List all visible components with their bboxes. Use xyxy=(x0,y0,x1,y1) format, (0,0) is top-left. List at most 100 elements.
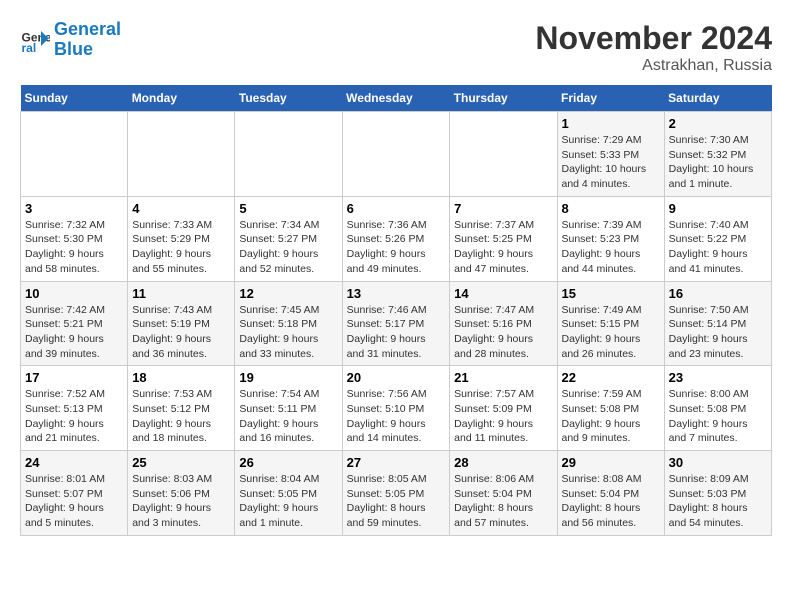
day-detail: Sunrise: 7:52 AMSunset: 5:13 PMDaylight:… xyxy=(25,387,123,446)
day-number: 6 xyxy=(347,201,446,216)
day-detail: Sunrise: 7:36 AMSunset: 5:26 PMDaylight:… xyxy=(347,218,446,277)
day-detail: Sunrise: 7:53 AMSunset: 5:12 PMDaylight:… xyxy=(132,387,230,446)
day-number: 16 xyxy=(669,286,767,301)
day-detail: Sunrise: 8:04 AMSunset: 5:05 PMDaylight:… xyxy=(239,472,337,531)
day-cell: 17 Sunrise: 7:52 AMSunset: 5:13 PMDayligh… xyxy=(21,366,128,451)
header-cell-wednesday: Wednesday xyxy=(342,85,450,112)
logo-icon: Gene ral xyxy=(20,25,50,55)
day-detail: Sunrise: 7:40 AMSunset: 5:22 PMDaylight:… xyxy=(669,218,767,277)
day-cell: 26 Sunrise: 8:04 AMSunset: 5:05 PMDayligh… xyxy=(235,451,342,536)
day-detail: Sunrise: 7:49 AMSunset: 5:15 PMDaylight:… xyxy=(562,303,660,362)
day-cell: 6 Sunrise: 7:36 AMSunset: 5:26 PMDaylight… xyxy=(342,196,450,281)
week-row-2: 3Sunrise: 7:32 AMSunset: 5:30 PMDaylight… xyxy=(21,196,772,281)
day-detail: Sunrise: 7:37 AMSunset: 5:25 PMDaylight:… xyxy=(454,218,552,277)
day-detail: Sunrise: 7:33 AMSunset: 5:29 PMDaylight:… xyxy=(132,218,230,277)
day-cell xyxy=(21,112,128,197)
header-cell-monday: Monday xyxy=(128,85,235,112)
day-cell: 28 Sunrise: 8:06 AMSunset: 5:04 PMDayligh… xyxy=(450,451,557,536)
day-detail: Sunrise: 7:47 AMSunset: 5:16 PMDaylight:… xyxy=(454,303,552,362)
day-number: 17 xyxy=(25,370,123,385)
day-cell: 3Sunrise: 7:32 AMSunset: 5:30 PMDaylight… xyxy=(21,196,128,281)
day-number: 13 xyxy=(347,286,446,301)
day-cell: 4 Sunrise: 7:33 AMSunset: 5:29 PMDaylight… xyxy=(128,196,235,281)
day-cell: 24 Sunrise: 8:01 AMSunset: 5:07 PMDayligh… xyxy=(21,451,128,536)
day-number: 10 xyxy=(25,286,123,301)
day-number: 29 xyxy=(562,455,660,470)
day-cell: 21 Sunrise: 7:57 AMSunset: 5:09 PMDayligh… xyxy=(450,366,557,451)
day-cell: 29Sunrise: 8:08 AMSunset: 5:04 PMDayligh… xyxy=(557,451,664,536)
day-number: 27 xyxy=(347,455,446,470)
day-cell: 27 Sunrise: 8:05 AMSunset: 5:05 PMDayligh… xyxy=(342,451,450,536)
svg-text:ral: ral xyxy=(22,41,37,55)
day-detail: Sunrise: 7:57 AMSunset: 5:09 PMDaylight:… xyxy=(454,387,552,446)
day-detail: Sunrise: 8:01 AMSunset: 5:07 PMDaylight:… xyxy=(25,472,123,531)
header-cell-sunday: Sunday xyxy=(21,85,128,112)
day-number: 21 xyxy=(454,370,552,385)
day-cell: 19Sunrise: 7:54 AMSunset: 5:11 PMDayligh… xyxy=(235,366,342,451)
week-row-4: 17 Sunrise: 7:52 AMSunset: 5:13 PMDayligh… xyxy=(21,366,772,451)
day-cell: 30Sunrise: 8:09 AMSunset: 5:03 PMDayligh… xyxy=(664,451,771,536)
week-row-5: 24 Sunrise: 8:01 AMSunset: 5:07 PMDayligh… xyxy=(21,451,772,536)
day-detail: Sunrise: 8:03 AMSunset: 5:06 PMDaylight:… xyxy=(132,472,230,531)
day-cell: 16 Sunrise: 7:50 AMSunset: 5:14 PMDayligh… xyxy=(664,281,771,366)
day-cell: 10 Sunrise: 7:42 AMSunset: 5:21 PMDayligh… xyxy=(21,281,128,366)
day-cell: 9 Sunrise: 7:40 AMSunset: 5:22 PMDaylight… xyxy=(664,196,771,281)
month-title: November 2024 xyxy=(535,20,772,57)
day-detail: Sunrise: 7:50 AMSunset: 5:14 PMDaylight:… xyxy=(669,303,767,362)
day-detail: Sunrise: 7:29 AMSunset: 5:33 PMDaylight:… xyxy=(562,133,660,192)
day-number: 23 xyxy=(669,370,767,385)
location-title: Astrakhan, Russia xyxy=(535,57,772,75)
day-number: 15 xyxy=(562,286,660,301)
day-detail: Sunrise: 7:42 AMSunset: 5:21 PMDaylight:… xyxy=(25,303,123,362)
day-number: 1 xyxy=(562,116,660,131)
header: Gene ral GeneralBlue November 2024 Astra… xyxy=(20,20,772,75)
day-number: 28 xyxy=(454,455,552,470)
day-number: 22 xyxy=(562,370,660,385)
day-cell: 18Sunrise: 7:53 AMSunset: 5:12 PMDayligh… xyxy=(128,366,235,451)
day-detail: Sunrise: 7:39 AMSunset: 5:23 PMDaylight:… xyxy=(562,218,660,277)
day-number: 25 xyxy=(132,455,230,470)
week-row-3: 10 Sunrise: 7:42 AMSunset: 5:21 PMDayligh… xyxy=(21,281,772,366)
day-number: 24 xyxy=(25,455,123,470)
day-number: 12 xyxy=(239,286,337,301)
header-cell-tuesday: Tuesday xyxy=(235,85,342,112)
day-number: 26 xyxy=(239,455,337,470)
day-cell: 25 Sunrise: 8:03 AMSunset: 5:06 PMDayligh… xyxy=(128,451,235,536)
day-number: 9 xyxy=(669,201,767,216)
day-cell: 11Sunrise: 7:43 AMSunset: 5:19 PMDayligh… xyxy=(128,281,235,366)
day-number: 19 xyxy=(239,370,337,385)
day-detail: Sunrise: 7:46 AMSunset: 5:17 PMDaylight:… xyxy=(347,303,446,362)
day-cell: 20 Sunrise: 7:56 AMSunset: 5:10 PMDayligh… xyxy=(342,366,450,451)
day-detail: Sunrise: 7:34 AMSunset: 5:27 PMDaylight:… xyxy=(239,218,337,277)
week-row-1: 1 Sunrise: 7:29 AMSunset: 5:33 PMDaylight… xyxy=(21,112,772,197)
day-cell: 8Sunrise: 7:39 AMSunset: 5:23 PMDaylight… xyxy=(557,196,664,281)
day-detail: Sunrise: 8:05 AMSunset: 5:05 PMDaylight:… xyxy=(347,472,446,531)
title-area: November 2024 Astrakhan, Russia xyxy=(535,20,772,75)
day-number: 5 xyxy=(239,201,337,216)
day-cell: 12 Sunrise: 7:45 AMSunset: 5:18 PMDayligh… xyxy=(235,281,342,366)
day-cell: 23 Sunrise: 8:00 AMSunset: 5:08 PMDayligh… xyxy=(664,366,771,451)
header-cell-friday: Friday xyxy=(557,85,664,112)
day-detail: Sunrise: 8:06 AMSunset: 5:04 PMDaylight:… xyxy=(454,472,552,531)
day-number: 11 xyxy=(132,286,230,301)
day-cell: 22 Sunrise: 7:59 AMSunset: 5:08 PMDayligh… xyxy=(557,366,664,451)
day-detail: Sunrise: 8:09 AMSunset: 5:03 PMDaylight:… xyxy=(669,472,767,531)
day-number: 4 xyxy=(132,201,230,216)
day-detail: Sunrise: 7:30 AMSunset: 5:32 PMDaylight:… xyxy=(669,133,767,192)
day-number: 2 xyxy=(669,116,767,131)
day-detail: Sunrise: 7:59 AMSunset: 5:08 PMDaylight:… xyxy=(562,387,660,446)
header-cell-saturday: Saturday xyxy=(664,85,771,112)
day-cell: 13 Sunrise: 7:46 AMSunset: 5:17 PMDayligh… xyxy=(342,281,450,366)
day-number: 20 xyxy=(347,370,446,385)
day-cell: 14Sunrise: 7:47 AMSunset: 5:16 PMDayligh… xyxy=(450,281,557,366)
day-detail: Sunrise: 8:00 AMSunset: 5:08 PMDaylight:… xyxy=(669,387,767,446)
day-detail: Sunrise: 7:56 AMSunset: 5:10 PMDaylight:… xyxy=(347,387,446,446)
day-cell xyxy=(128,112,235,197)
day-detail: Sunrise: 7:45 AMSunset: 5:18 PMDaylight:… xyxy=(239,303,337,362)
logo-text: GeneralBlue xyxy=(54,20,121,60)
header-cell-thursday: Thursday xyxy=(450,85,557,112)
day-number: 3 xyxy=(25,201,123,216)
day-cell: 1 Sunrise: 7:29 AMSunset: 5:33 PMDaylight… xyxy=(557,112,664,197)
logo: Gene ral GeneralBlue xyxy=(20,20,121,60)
day-number: 7 xyxy=(454,201,552,216)
